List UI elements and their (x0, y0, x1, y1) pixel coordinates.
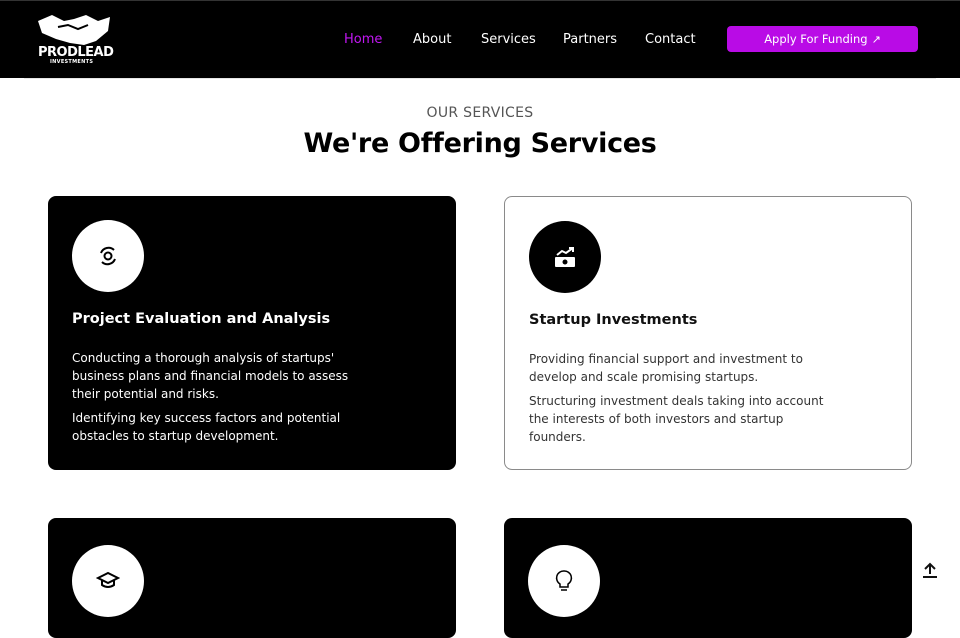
lightbulb-icon-badge (528, 545, 600, 617)
service-card-paragraph: Identifying key success factors and pote… (72, 411, 341, 443)
service-card-project-evaluation[interactable]: Project Evaluation and Analysis Conducti… (48, 196, 456, 470)
brand-subtitle: INVESTMENTS (50, 59, 94, 65)
apply-for-funding-label: Apply For Funding (764, 32, 868, 46)
nav-link-home[interactable]: Home (344, 32, 382, 47)
brand-name: PRODLEAD (38, 45, 114, 60)
service-card-title: Project Evaluation and Analysis (72, 311, 331, 327)
arrow-up-right-icon: ↗ (871, 32, 881, 46)
service-card-description: Providing financial support and investme… (529, 350, 829, 452)
service-card-paragraph: Providing financial support and investme… (529, 352, 803, 384)
analysis-icon (100, 246, 116, 266)
section-heading: We're Offering Services (303, 128, 657, 159)
service-card-description: Conducting a thorough analysis of startu… (72, 349, 372, 451)
nav-link-services[interactable]: Services (481, 32, 536, 47)
analysis-icon-badge (72, 220, 144, 292)
service-card-innovation[interactable] (504, 518, 912, 638)
arrow-up-icon (923, 562, 937, 578)
graduation-cap-icon-badge (72, 545, 144, 617)
apply-for-funding-button[interactable]: Apply For Funding ↗ (727, 26, 918, 52)
scroll-to-top-button[interactable] (918, 558, 942, 582)
lightbulb-icon (555, 570, 573, 591)
graduation-cap-icon (96, 571, 120, 588)
service-card-paragraph: Structuring investment deals taking into… (529, 394, 824, 444)
money-growth-icon (555, 247, 575, 267)
nav-link-partners[interactable]: Partners (563, 32, 617, 47)
top-navbar: PRODLEAD INVESTMENTS Home About Services… (0, 0, 960, 78)
service-card-paragraph: Conducting a thorough analysis of startu… (72, 351, 349, 401)
service-card-startup-investments[interactable]: Startup Investments Providing financial … (504, 196, 912, 470)
service-card-title: Startup Investments (529, 312, 698, 328)
service-card-education[interactable] (48, 518, 456, 638)
money-growth-icon-badge (529, 221, 601, 293)
section-eyebrow: OUR SERVICES (426, 105, 534, 121)
nav-link-contact[interactable]: Contact (645, 32, 696, 47)
nav-link-about[interactable]: About (413, 32, 451, 47)
header-divider (24, 78, 936, 79)
